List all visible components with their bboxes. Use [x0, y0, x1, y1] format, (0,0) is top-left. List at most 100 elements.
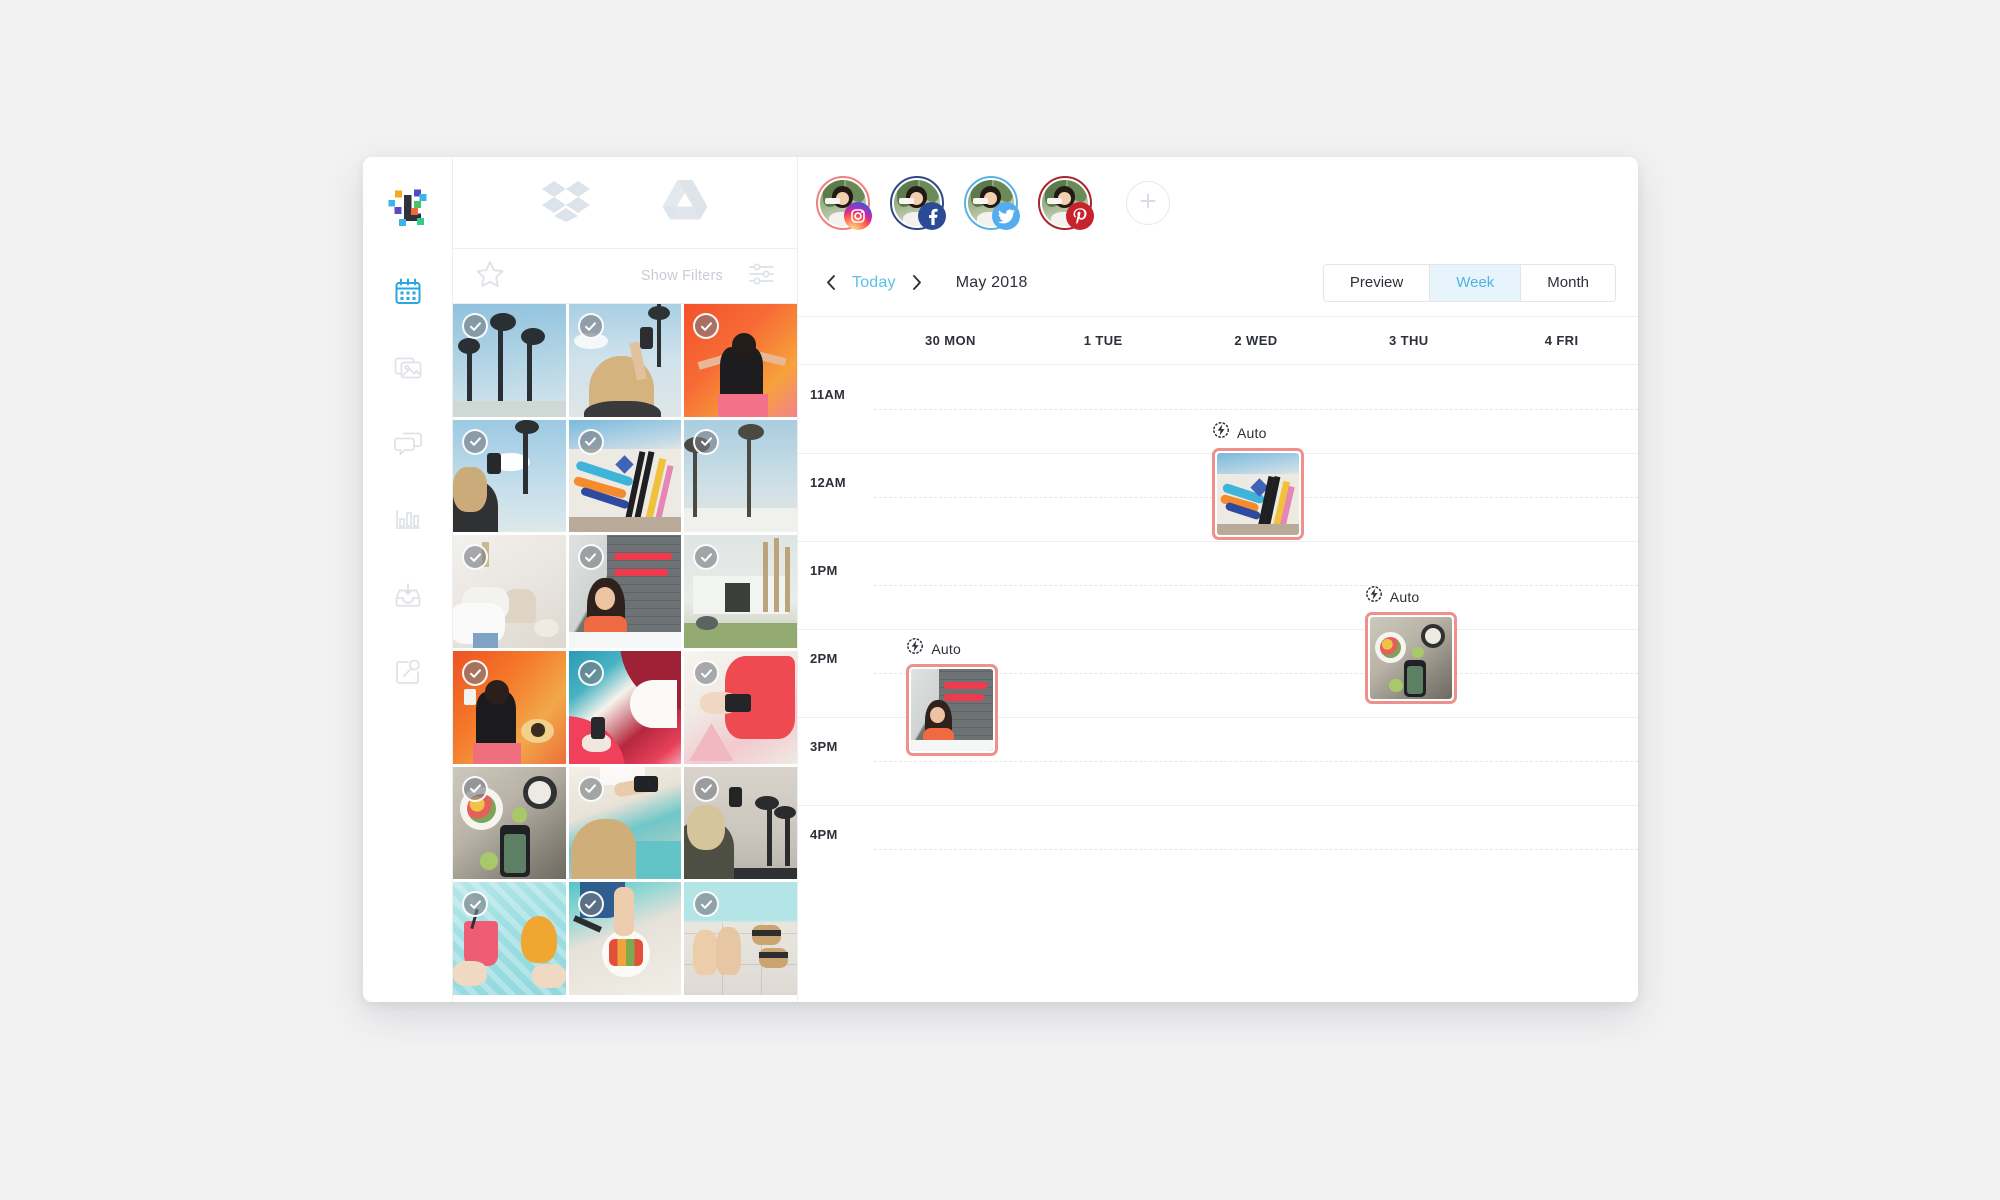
account-avatar-pinterest[interactable] — [1038, 176, 1094, 230]
media-photo-17[interactable] — [568, 882, 682, 996]
post-thumbnail — [1369, 617, 1452, 699]
photo-check-icon[interactable] — [577, 544, 604, 571]
photo-check-icon[interactable] — [577, 313, 604, 339]
photo-check-icon[interactable] — [693, 428, 720, 455]
sidebar-item-calendar[interactable] — [391, 275, 425, 309]
media-photo-5[interactable] — [568, 419, 682, 533]
media-photo-12[interactable] — [684, 651, 797, 764]
facebook-icon — [918, 202, 946, 230]
auto-publish-label: Auto — [906, 637, 998, 660]
calendar-days-header: 30 MON 1 TUE 2 WED 3 THU 4 FRI — [798, 317, 1638, 365]
media-photo-10[interactable] — [453, 651, 566, 764]
auto-bolt-icon — [1212, 421, 1230, 444]
media-photo-4[interactable] — [453, 419, 566, 533]
sidebar-item-analytics[interactable] — [391, 503, 425, 537]
media-photo-1[interactable] — [453, 304, 566, 417]
media-photo-2[interactable] — [568, 304, 682, 417]
view-button-week[interactable]: Week — [1430, 264, 1522, 301]
account-avatar-instagram[interactable] — [816, 176, 872, 230]
calendar-nav-bar: Today May 2018 Preview Week Month — [798, 249, 1638, 317]
scheduled-post-card[interactable] — [1364, 612, 1457, 704]
photo-check-icon[interactable] — [577, 660, 604, 687]
auto-publish-label: Auto — [1365, 585, 1457, 608]
google-drive-icon — [662, 179, 708, 226]
calendar-grid: 11AM 12AM 1PM 2PM 3PM 4PM Auto Auto Auto — [798, 365, 1638, 893]
day-header-wed: 2 WED — [1234, 333, 1278, 348]
hour-gridline — [798, 805, 1638, 806]
media-photo-9[interactable] — [684, 535, 797, 649]
hour-row-1pm: 1PM — [798, 541, 1638, 629]
chat-bubbles-icon — [393, 429, 423, 459]
account-avatar-facebook[interactable] — [890, 176, 946, 230]
plus-icon — [1138, 191, 1158, 216]
sliders-icon[interactable] — [749, 261, 775, 292]
photo-check-icon[interactable] — [577, 891, 604, 918]
media-photo-15[interactable] — [684, 766, 797, 880]
media-photo-6[interactable] — [684, 419, 797, 533]
filter-bar: Show Filters — [453, 249, 797, 304]
sidebar-item-conversations[interactable] — [391, 427, 425, 461]
photo-check-icon[interactable] — [577, 775, 604, 802]
view-toggle-group: Preview Week Month — [1322, 263, 1616, 302]
calendar-grid-scroll[interactable]: 11AM 12AM 1PM 2PM 3PM 4PM Auto Auto Auto — [798, 365, 1638, 1002]
scheduled-post-card[interactable] — [906, 664, 999, 756]
hour-row-4pm: 4PM — [798, 805, 1638, 893]
photo-artwork — [1217, 453, 1299, 535]
photo-artwork — [911, 669, 994, 751]
media-photo-3[interactable] — [684, 304, 797, 417]
month-label: May 2018 — [955, 273, 1028, 291]
google-drive-source-button[interactable] — [662, 179, 708, 226]
media-library-panel: Show Filters — [453, 157, 798, 1002]
media-photo-14[interactable] — [568, 766, 682, 880]
calendar-pane: Today May 2018 Preview Week Month 30 MON 1 … — [798, 157, 1638, 1002]
post-thumbnail — [911, 669, 994, 751]
event-wed-mural: Auto — [1212, 421, 1304, 540]
half-hour-gridline — [874, 585, 1638, 586]
dropbox-source-button[interactable] — [542, 178, 590, 227]
media-photo-8[interactable] — [568, 535, 682, 649]
chevron-left-icon[interactable] — [816, 268, 846, 298]
scheduled-post-card[interactable] — [1212, 448, 1304, 540]
sidebar-nav — [363, 157, 453, 1002]
add-account-button[interactable] — [1126, 181, 1170, 225]
event-mon-neon: Auto — [906, 637, 999, 756]
photo-check-icon[interactable] — [462, 313, 488, 339]
media-photo-18[interactable] — [684, 882, 797, 996]
sidebar-items — [391, 275, 425, 689]
time-label-11am: 11AM — [810, 387, 846, 402]
day-header-mon: 30 MON — [924, 333, 976, 348]
link-edit-icon — [393, 657, 423, 687]
media-photo-7[interactable] — [453, 535, 566, 649]
sidebar-item-linkinbio[interactable] — [391, 655, 425, 689]
view-button-month[interactable]: Month — [1521, 264, 1615, 301]
social-accounts-bar — [798, 157, 1638, 249]
today-button[interactable]: Today — [852, 274, 896, 292]
star-icon[interactable] — [475, 259, 505, 294]
sidebar-item-collect[interactable] — [391, 579, 425, 613]
photo-check-icon[interactable] — [462, 428, 488, 455]
later-logo[interactable] — [385, 187, 431, 233]
show-filters-label[interactable]: Show Filters — [641, 268, 723, 284]
photo-check-icon[interactable] — [693, 775, 720, 802]
time-label-2pm: 2PM — [810, 651, 838, 666]
half-hour-gridline — [874, 761, 1638, 762]
photo-check-icon[interactable] — [462, 775, 488, 802]
photo-check-icon[interactable] — [577, 428, 604, 455]
chevron-right-icon[interactable] — [902, 268, 932, 298]
app-window: Show Filters Today May 2018 Preview Week… — [363, 157, 1638, 1002]
account-avatar-twitter[interactable] — [964, 176, 1020, 230]
auto-label-text: Auto — [931, 640, 961, 657]
view-button-preview[interactable]: Preview — [1323, 264, 1431, 301]
days-header-gutter — [798, 317, 874, 364]
media-photo-11[interactable] — [568, 651, 682, 764]
photo-check-icon[interactable] — [462, 660, 488, 687]
sidebar-item-media[interactable] — [391, 351, 425, 385]
time-label-1pm: 1PM — [810, 563, 838, 578]
time-label-12am: 12AM — [810, 475, 846, 490]
time-label-3pm: 3PM — [810, 739, 838, 754]
event-thu-flatlay: Auto — [1364, 585, 1457, 704]
photo-grid — [453, 304, 797, 1002]
media-photo-16[interactable] — [453, 882, 566, 996]
media-photo-13[interactable] — [453, 766, 566, 880]
calendar-icon — [393, 277, 423, 307]
